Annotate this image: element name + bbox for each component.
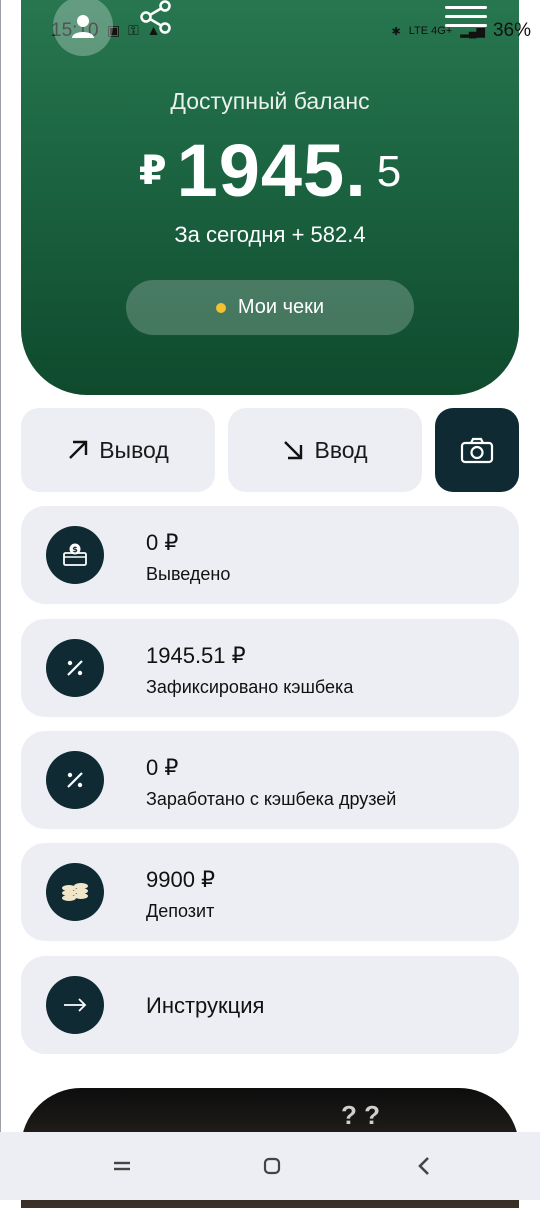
home-icon[interactable] <box>257 1152 287 1180</box>
question-marks-decor: ? ? <box>341 1100 380 1130</box>
currency-symbol: ₽ <box>138 149 167 193</box>
stat-label: Зафиксировано кэшбека <box>146 677 354 697</box>
my-receipts-label: Мои чеки <box>237 296 325 318</box>
hamburger-menu-icon[interactable] <box>445 0 487 30</box>
deposit-button[interactable]: Ввод <box>228 408 422 492</box>
stat-value: 1945.51 ₽ <box>146 643 246 668</box>
balance-amount: ₽1945. 5 <box>21 128 519 213</box>
balance-label: Доступный баланс <box>170 88 370 114</box>
recent-apps-icon[interactable] <box>107 1152 137 1180</box>
balance-integer: 1945. <box>176 129 367 212</box>
stat-card-deposit: 9900 ₽ Депозит <box>21 843 519 941</box>
my-receipts-button[interactable]: Мои чеки <box>126 280 414 335</box>
balance-fraction: 5 <box>376 147 402 196</box>
stat-card-withdrawn: $ 0 ₽ Выведено <box>21 506 519 604</box>
share-icon[interactable] <box>139 0 173 34</box>
screen-edge <box>0 0 1 1200</box>
stat-card-cashback: 1945.51 ₽ Зафиксировано кэшбека <box>21 619 519 717</box>
stat-label: Депозит <box>146 901 215 921</box>
arrow-up-right-icon <box>69 440 88 459</box>
camera-icon <box>460 437 494 464</box>
percent-icon <box>46 751 104 809</box>
stat-card-friends-cashback: 0 ₽ Заработано с кэшбека друзей <box>21 731 519 829</box>
stat-value: 9900 ₽ <box>146 867 216 892</box>
instructions-button[interactable]: Инструкция <box>21 956 519 1054</box>
percent-icon <box>46 639 104 697</box>
user-icon <box>72 15 94 38</box>
bluetooth-icon: ✱ <box>391 25 401 38</box>
battery-level: 36% <box>492 20 531 41</box>
svg-text:$: $ <box>72 545 78 554</box>
coins-stack-icon <box>46 863 104 921</box>
system-nav-bar <box>0 1132 540 1200</box>
wallet-dollar-icon: $ <box>46 526 104 584</box>
today-earnings: За сегодня + 582.4 <box>174 222 366 247</box>
stat-value: 0 ₽ <box>146 530 179 555</box>
withdraw-label: Вывод <box>99 436 169 463</box>
balance-card: 15:10 ▣ ⚿ ▲ ✱ LTE 4G+ ▂▄▆ 36% Доступный … <box>21 0 531 395</box>
profile-avatar-button[interactable] <box>53 0 113 56</box>
stat-label: Выведено <box>146 564 231 584</box>
arrow-down-right-icon <box>284 441 303 460</box>
stat-value: 0 ₽ <box>146 755 179 780</box>
instructions-label: Инструкция <box>146 993 265 1018</box>
stat-label: Заработано с кэшбека друзей <box>146 789 397 809</box>
deposit-label: Ввод <box>314 436 368 463</box>
status-dot-icon <box>215 302 226 313</box>
camera-button[interactable] <box>435 408 519 492</box>
withdraw-button[interactable]: Вывод <box>21 408 215 492</box>
arrow-right-icon <box>46 976 104 1034</box>
back-icon[interactable] <box>409 1152 439 1180</box>
